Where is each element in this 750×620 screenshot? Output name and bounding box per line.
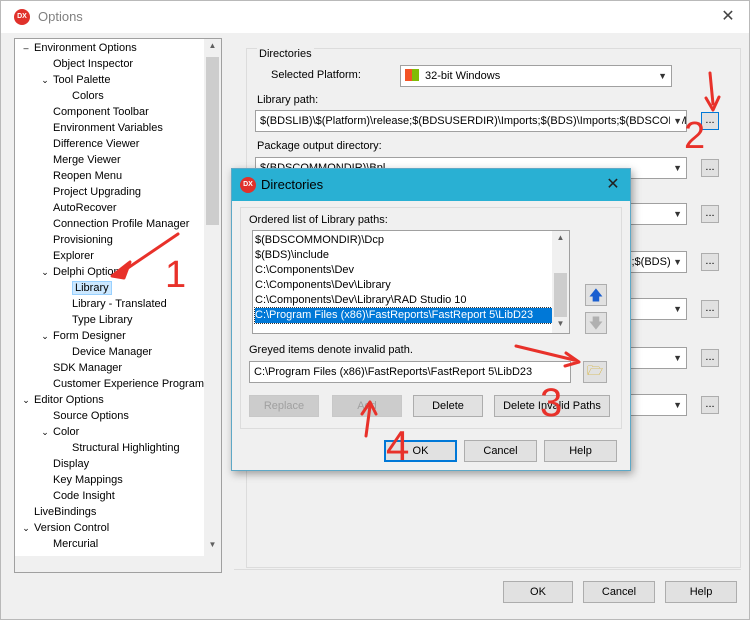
annotation-arrow-4 [360, 400, 378, 438]
annotation-arrow-3 [514, 344, 581, 368]
annotation-label-1: 1 [165, 254, 186, 296]
annotation-label-2: 2 [684, 115, 705, 157]
annotation-layer: 1 2 3 4 [110, 71, 721, 469]
annotation-arrow-2 [704, 71, 721, 112]
annotation-label-3: 3 [540, 381, 562, 425]
annotation-label-4: 4 [386, 422, 409, 469]
